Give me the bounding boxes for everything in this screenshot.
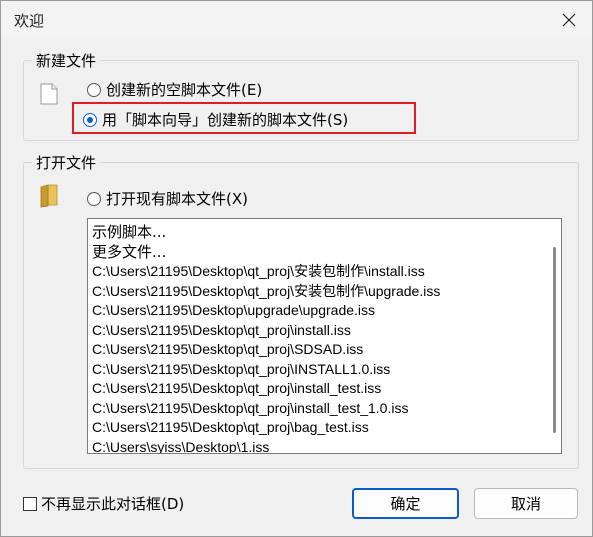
dont-show-again-label: 不再显示此对话框(D) <box>41 495 185 513</box>
dont-show-again-option[interactable]: 不再显示此对话框(D) <box>23 493 184 514</box>
list-item[interactable]: C:\Users\syiss\Desktop\1.iss <box>92 438 537 454</box>
recent-files-items: 示例脚本... 更多文件... C:\Users\21195\Desktop\qt_… <box>92 223 537 454</box>
open-file-legend: 打开文件 <box>36 154 97 172</box>
scroll-thumb[interactable] <box>553 247 556 433</box>
list-item[interactable]: C:\Users\21195\Desktop\qt_proj\install.i… <box>92 321 537 341</box>
list-item[interactable]: C:\Users\21195\Desktop\upgrade\upgrade.i… <box>92 301 537 321</box>
create-wizard-script-option[interactable]: 用「脚本向导」创建新的脚本文件(S) <box>83 109 348 130</box>
recent-files-list[interactable]: 示例脚本... 更多文件... C:\Users\21195\Desktop\qt_… <box>87 218 562 454</box>
close-button[interactable] <box>558 9 580 31</box>
recent-files-scrollbar[interactable] <box>544 219 561 453</box>
close-icon <box>562 13 576 27</box>
create-empty-label: 创建新的空脚本文件(E) <box>106 81 263 99</box>
list-item[interactable]: C:\Users\21195\Desktop\qt_proj\bag_test.… <box>92 418 537 438</box>
list-item[interactable]: C:\Users\21195\Desktop\qt_proj\install_t… <box>92 399 537 419</box>
create-empty-script-option[interactable]: 创建新的空脚本文件(E) <box>87 79 262 100</box>
cancel-button[interactable]: 取消 <box>474 488 578 519</box>
new-file-legend: 新建文件 <box>36 52 97 70</box>
list-item[interactable]: C:\Users\21195\Desktop\qt_proj\SDSAD.iss <box>92 340 537 360</box>
list-item[interactable]: C:\Users\21195\Desktop\qt_proj\安装包制作\upg… <box>92 282 537 302</box>
open-existing-label: 打开现有脚本文件(X) <box>106 190 248 208</box>
folder-icon <box>40 184 58 208</box>
dont-show-again-checkbox[interactable] <box>23 496 37 511</box>
welcome-dialog: 欢迎 新建文件 创建新的空脚本文件(E) 用「脚本向导」创建新的脚本文件(S) … <box>0 0 593 537</box>
window-title: 欢迎 <box>14 12 45 30</box>
list-item[interactable]: 更多文件... <box>92 243 537 263</box>
title-bar[interactable]: 欢迎 <box>1 1 592 39</box>
open-existing-script-option[interactable]: 打开现有脚本文件(X) <box>87 188 248 209</box>
create-empty-radio[interactable] <box>87 82 101 97</box>
ok-button[interactable]: 确定 <box>352 488 459 519</box>
create-wizard-label: 用「脚本向导」创建新的脚本文件(S) <box>102 111 349 129</box>
list-item[interactable]: 示例脚本... <box>92 223 537 243</box>
create-wizard-radio[interactable] <box>83 112 97 127</box>
list-item[interactable]: C:\Users\21195\Desktop\qt_proj\安装包制作\ins… <box>92 262 537 282</box>
open-existing-radio[interactable] <box>87 191 101 206</box>
list-item[interactable]: C:\Users\21195\Desktop\qt_proj\INSTALL1.… <box>92 360 537 380</box>
list-item[interactable]: C:\Users\21195\Desktop\qt_proj\install_t… <box>92 379 537 399</box>
document-icon <box>40 83 58 105</box>
